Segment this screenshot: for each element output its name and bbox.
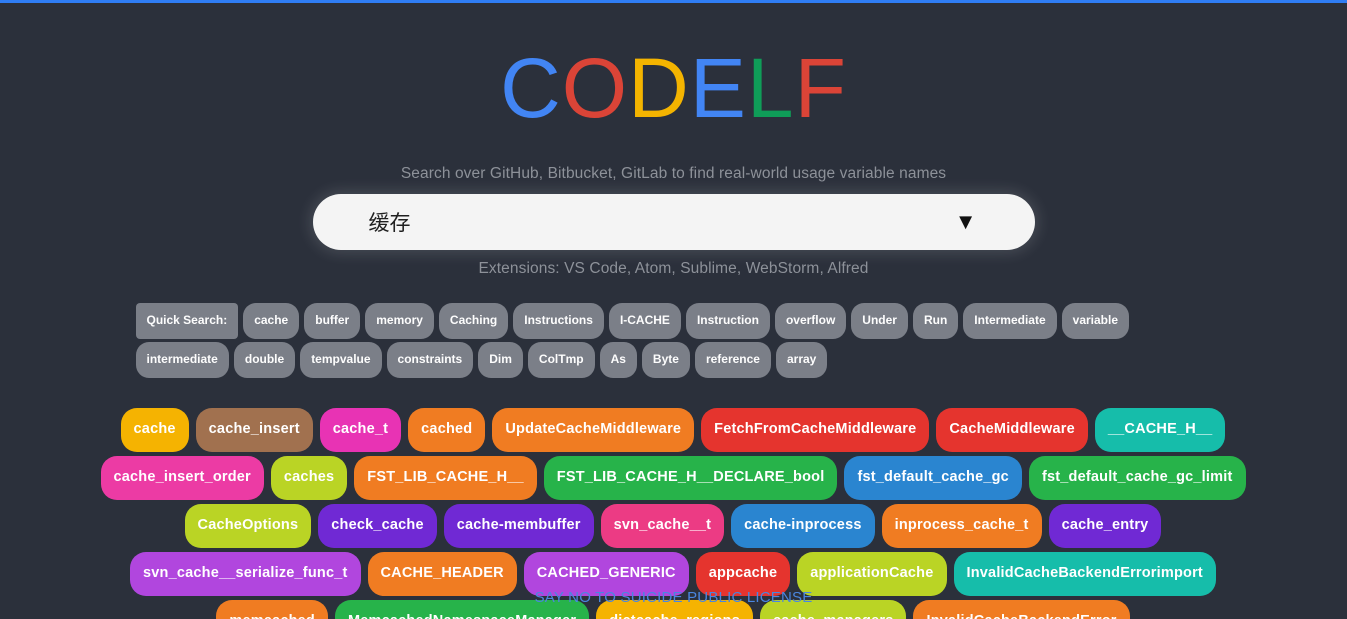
quick-search-chip[interactable]: constraints [386, 342, 474, 378]
result-tag[interactable]: __CACHE_H__ [1094, 408, 1226, 452]
page-root: CODELF Search over GitHub, Bitbucket, Gi… [0, 0, 1347, 619]
result-tag[interactable]: cache_t [319, 408, 402, 452]
search-hint-bottom: Extensions: VS Code, Atom, Sublime, WebS… [478, 260, 869, 277]
logo-letter-f-5: F [794, 41, 847, 135]
result-tag[interactable]: cache [120, 408, 189, 452]
quick-search-chip[interactable]: I-CACHE [608, 303, 681, 339]
result-tag[interactable]: CacheMiddleware [936, 408, 1088, 452]
result-tag[interactable]: FetchFromCacheMiddleware [701, 408, 930, 452]
search-block: Search over GitHub, Bitbucket, GitLab to… [0, 164, 1347, 278]
quick-search-chip[interactable]: Dim [478, 342, 523, 378]
result-tag[interactable]: fst_default_cache_gc [844, 456, 1022, 500]
quick-search-chip[interactable]: Instruction [685, 303, 770, 339]
quick-search-chip[interactable]: overflow [774, 303, 847, 339]
quick-search-chip[interactable]: Byte [641, 342, 690, 378]
license-link[interactable]: SAY NO TO SUICIDE PUBLIC LICENSE [535, 589, 813, 606]
quick-search-chip[interactable]: As [599, 342, 637, 378]
result-tag[interactable]: cache_insert_order [100, 456, 264, 500]
quick-search-chip[interactable]: Under [851, 303, 908, 339]
quick-search-chip[interactable]: cache [243, 303, 300, 339]
chevron-down-icon[interactable]: ▼ [955, 211, 977, 233]
quick-search-chip[interactable]: tempvalue [300, 342, 382, 378]
quick-search-chip[interactable]: Caching [438, 303, 509, 339]
logo-letter-l-4: L [746, 41, 795, 135]
logo-letter-e-3: E [689, 41, 747, 135]
result-tag[interactable]: CacheOptions [184, 504, 312, 548]
result-tag[interactable]: cached [408, 408, 486, 452]
result-tag[interactable]: FST_LIB_CACHE_H__DECLARE_bool [543, 456, 838, 500]
result-tag[interactable]: inprocess_cache_t [881, 504, 1042, 548]
search-hint-top: Search over GitHub, Bitbucket, GitLab to… [400, 165, 947, 182]
result-tag[interactable]: caches [270, 456, 348, 500]
quick-search-bar: Quick Search: cache buffer memory Caching Ins… [135, 303, 1212, 381]
quick-search-chip[interactable]: reference [694, 342, 771, 378]
quick-search-chip[interactable]: buffer [304, 303, 361, 339]
logo-letter-c-0: C [500, 41, 562, 135]
result-tag[interactable]: cache-inprocess [731, 504, 875, 548]
quick-search-chip[interactable]: Intermediate [963, 303, 1057, 339]
quick-search-chip[interactable]: memory [365, 303, 434, 339]
quick-search-chip[interactable]: double [233, 342, 296, 378]
result-tag[interactable]: svn_cache__t [600, 504, 725, 548]
result-tag[interactable]: UpdateCacheMiddleware [492, 408, 695, 452]
result-tag[interactable]: fst_default_cache_gc_limit [1028, 456, 1246, 500]
quick-search-chip[interactable]: intermediate [135, 342, 229, 378]
result-tag[interactable]: cache_entry [1048, 504, 1162, 548]
quick-search-chip[interactable]: Run [912, 303, 959, 339]
result-tag[interactable]: check_cache [318, 504, 437, 548]
page-load-progress-bar [0, 0, 1347, 3]
logo-letter-d-2: D [628, 41, 690, 135]
quick-search-chip[interactable]: ColTmp [527, 342, 595, 378]
quick-search-chip[interactable]: Instructions [513, 303, 604, 339]
quick-search-chip[interactable]: variable [1061, 303, 1130, 339]
result-tag[interactable]: FST_LIB_CACHE_H__ [354, 456, 537, 500]
search-box[interactable]: ▼ [312, 194, 1035, 250]
result-tag[interactable]: cache-membuffer [443, 504, 594, 548]
search-input[interactable] [312, 194, 1035, 250]
footer: SAY NO TO SUICIDE PUBLIC LICENSE [0, 589, 1347, 607]
quick-search-chip[interactable]: array [775, 342, 828, 378]
codelf-logo: CODELF [0, 46, 1347, 130]
logo-letter-o-1: O [561, 41, 629, 135]
result-tag[interactable]: cache_insert [195, 408, 313, 452]
results-tag-cloud: cache cache_insert cache_t cached UpdateCach… [94, 408, 1254, 619]
quick-search-label: Quick Search: [135, 303, 239, 339]
